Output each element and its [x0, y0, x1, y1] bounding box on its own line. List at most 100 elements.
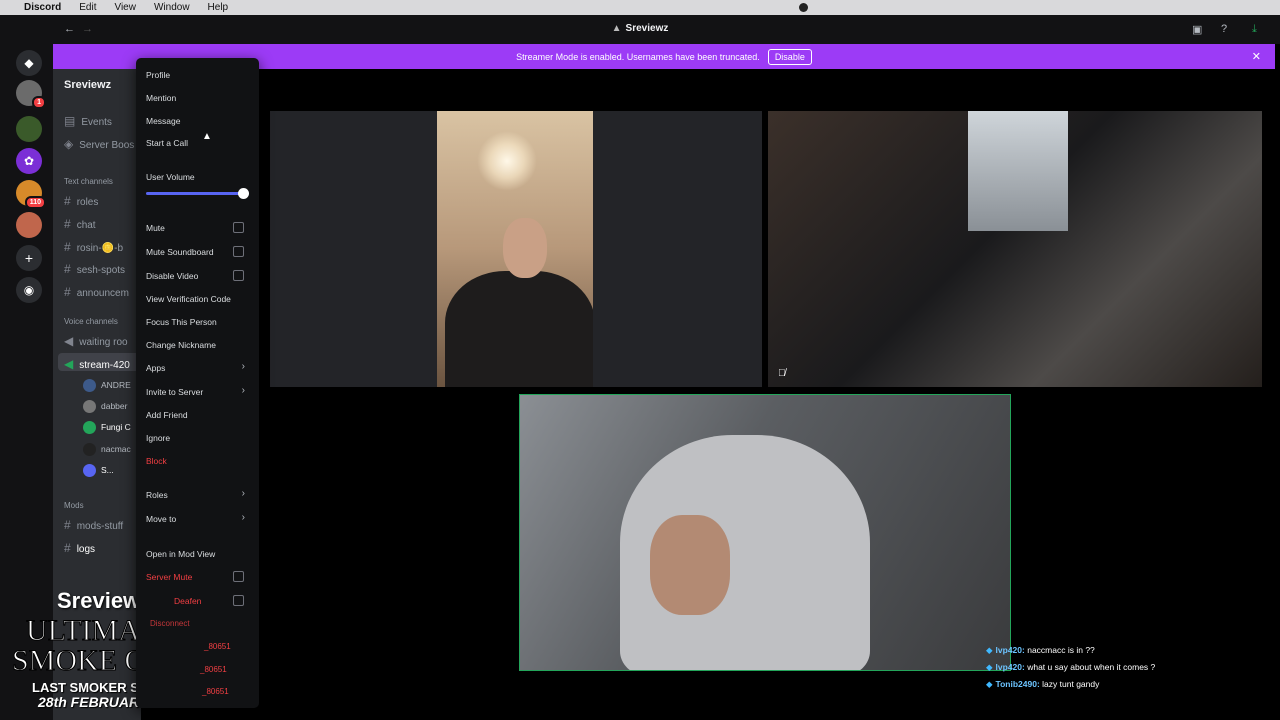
menu-focus-person[interactable]: Focus This Person	[146, 317, 217, 327]
events-item[interactable]: ▤ Events	[64, 114, 112, 128]
chat-line: ◆ lvp420: naccmacc is in ??	[986, 645, 1095, 656]
chevron-right-icon: ›	[241, 512, 245, 523]
channel-label: announcem	[76, 288, 129, 299]
chat-user: lvp420:	[995, 645, 1025, 655]
menu-apps[interactable]: Apps	[146, 363, 165, 373]
video-tile-2[interactable]: 🎙̸	[768, 111, 1262, 387]
participant-face	[650, 515, 730, 615]
events-label: Events	[81, 117, 112, 128]
server-icon-4[interactable]: 110	[16, 180, 46, 209]
window-title: Sreviewz	[625, 23, 669, 34]
menu-disable-video[interactable]: Disable Video	[146, 271, 198, 281]
menu-server-deafen[interactable]: Deafen	[174, 596, 201, 606]
voice-user-label: S...	[101, 464, 114, 475]
gem-icon: ◆	[986, 662, 993, 672]
menu-mute[interactable]: Mute	[146, 223, 165, 233]
channel-roles[interactable]: # roles	[64, 194, 98, 208]
user-volume-slider-handle[interactable]	[238, 188, 249, 199]
server-name[interactable]: Sreviewz	[64, 79, 111, 91]
explore-icon[interactable]: ◉	[16, 277, 42, 303]
help-icon[interactable]: ?	[1221, 23, 1227, 35]
text-category[interactable]: Text channels	[64, 177, 113, 186]
calendar-icon: ▤	[64, 114, 76, 128]
menubar-app-name[interactable]: Discord	[24, 2, 61, 13]
voice-channel-stream[interactable]: ◀ stream-420	[64, 357, 130, 371]
menubar-window[interactable]: Window	[154, 2, 190, 13]
mute-soundboard-checkbox[interactable]	[233, 246, 244, 257]
server-boost-label: Server Boos	[79, 140, 135, 151]
menu-open-mod-view[interactable]: Open in Mod View	[146, 549, 215, 559]
menu-ignore[interactable]: Ignore	[146, 433, 170, 443]
mute-checkbox[interactable]	[233, 222, 244, 233]
server-deafen-checkbox[interactable]	[233, 595, 244, 606]
server-icon: ▲	[611, 23, 622, 34]
menu-roles[interactable]: Roles	[146, 490, 168, 500]
discord-icon[interactable]: ◆	[16, 50, 42, 76]
hash-icon: #	[64, 262, 71, 276]
video-tile-speaking[interactable]	[519, 394, 1011, 671]
channel-logs[interactable]: # logs	[64, 541, 95, 555]
voice-category[interactable]: Voice channels	[64, 317, 118, 326]
menubar-edit[interactable]: Edit	[79, 2, 96, 13]
channel-mods-stuff[interactable]: # mods-stuff	[64, 518, 123, 532]
channel-chat[interactable]: # chat	[64, 217, 96, 231]
avatar	[83, 421, 96, 434]
channel-rosin[interactable]: # rosin-🪙-b	[64, 240, 123, 254]
chat-user: Tonib2490:	[995, 679, 1040, 689]
download-icon[interactable]: ⤓	[1252, 23, 1257, 36]
menu-view-verification-code[interactable]: View Verification Code	[146, 294, 231, 304]
voice-user-label: ANDRE	[101, 379, 131, 390]
channel-label: roles	[76, 197, 99, 208]
overlay-date: 28th FEBRUARY	[38, 694, 149, 710]
user-volume-slider[interactable]	[146, 192, 244, 195]
macos-menubar: Discord Edit View Window Help	[0, 0, 1280, 15]
chevron-right-icon: ›	[241, 385, 245, 396]
server-icon-2[interactable]	[16, 116, 42, 142]
menu-disconnect[interactable]: Disconnect	[150, 619, 190, 628]
mods-category[interactable]: Mods	[64, 501, 84, 510]
menubar-view[interactable]: View	[114, 2, 136, 13]
disable-video-checkbox[interactable]	[233, 270, 244, 281]
menu-change-nickname[interactable]: Change Nickname	[146, 340, 216, 350]
menubar-help[interactable]: Help	[208, 2, 229, 13]
server-mute-checkbox[interactable]	[233, 571, 244, 582]
menu-mute-soundboard[interactable]: Mute Soundboard	[146, 247, 214, 257]
menu-trail-2: _80651	[200, 665, 227, 674]
menu-server-mute[interactable]: Server Mute	[146, 572, 192, 582]
chat-line: ◆ Tonib2490: lazy tunt gandy	[986, 679, 1099, 690]
voice-user-2[interactable]: dabber	[83, 400, 127, 413]
menu-message[interactable]: Message	[146, 116, 181, 126]
menu-profile[interactable]: Profile	[146, 70, 170, 80]
avatar	[83, 400, 96, 413]
menu-mention[interactable]: Mention	[146, 93, 176, 103]
participant-video-1[interactable]	[437, 111, 593, 387]
add-server-icon[interactable]: +	[16, 245, 42, 271]
menu-block[interactable]: Block	[146, 456, 167, 466]
channel-label: sesh-spots	[76, 265, 126, 276]
server-icon-3[interactable]: ✿	[16, 148, 42, 174]
menu-start-call[interactable]: Start a Call	[146, 138, 188, 148]
hash-icon: #	[64, 194, 71, 208]
screen-share-icon[interactable]: ▣	[1192, 23, 1202, 36]
voice-user-3[interactable]: Fungi C	[83, 421, 131, 434]
chat-text: lazy tunt gandy	[1042, 679, 1100, 689]
server-boost-item[interactable]: ◈ Server Boos	[64, 137, 134, 151]
menu-move-to[interactable]: Move to	[146, 514, 176, 524]
voice-user-1[interactable]: ANDRE	[83, 379, 131, 392]
voice-user-label: Fungi C	[101, 421, 131, 432]
disable-streamer-mode-button[interactable]: Disable	[767, 48, 812, 65]
speaker-icon: ◀	[64, 334, 74, 348]
channel-label: chat	[76, 220, 96, 231]
channel-label: logs	[76, 544, 96, 555]
voice-user-5[interactable]: S...	[83, 464, 114, 477]
chat-user: lvp420:	[995, 662, 1025, 672]
menu-add-friend[interactable]: Add Friend	[146, 410, 188, 420]
channel-announcements[interactable]: # announcem	[64, 285, 129, 299]
voice-channel-waiting[interactable]: ◀ waiting roo	[64, 334, 128, 348]
menu-invite-to-server[interactable]: Invite to Server	[146, 387, 203, 397]
server-icon-5[interactable]	[16, 212, 42, 238]
server-icon-1[interactable]: 1	[16, 80, 46, 109]
voice-user-4[interactable]: nacmac	[83, 443, 131, 456]
channel-sesh-spots[interactable]: # sesh-spots	[64, 262, 125, 276]
close-icon[interactable]: ✕	[1252, 50, 1261, 63]
